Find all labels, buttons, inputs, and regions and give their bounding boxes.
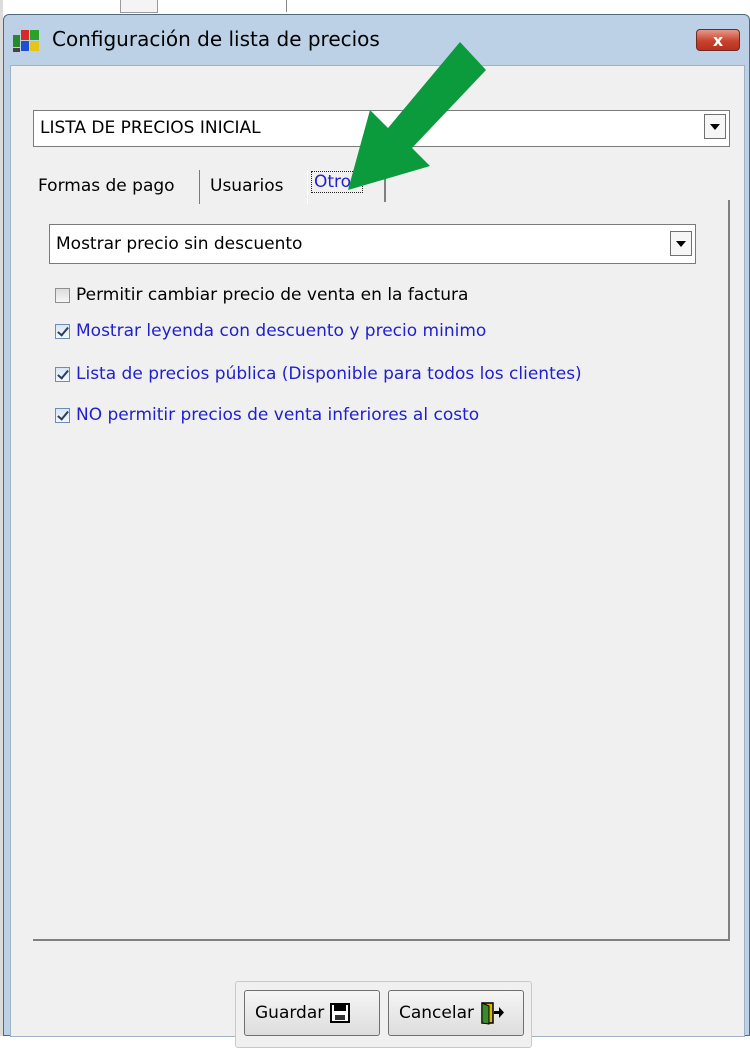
- price-mode-select-value: Mostrar precio sin descuento: [56, 234, 303, 254]
- option-show-discount-legend[interactable]: Mostrar leyenda con descuento y precio m…: [55, 321, 486, 341]
- tab-divider: [199, 170, 200, 204]
- dialog-client-area: LISTA DE PRECIOS INICIAL Formas de pago …: [10, 65, 745, 1048]
- window-title: Configuración de lista de precios: [52, 27, 380, 51]
- cancel-button[interactable]: Cancelar: [388, 990, 524, 1036]
- app-window-icon: [13, 30, 39, 52]
- tab-label: Formas de pago: [38, 176, 175, 196]
- tab-usuarios[interactable]: Usuarios: [210, 176, 283, 196]
- background-app-strip: [0, 0, 750, 14]
- checkbox[interactable]: [55, 407, 70, 423]
- price-mode-select[interactable]: Mostrar precio sin descuento: [49, 224, 696, 264]
- chevron-down-icon[interactable]: [704, 114, 726, 139]
- price-list-select-value: LISTA DE PRECIOS INICIAL: [40, 118, 261, 138]
- option-label: Permitir cambiar precio de venta en la f…: [76, 285, 469, 305]
- background-app-box: [120, 0, 158, 13]
- checkbox[interactable]: [55, 323, 70, 339]
- checkbox[interactable]: [55, 287, 70, 303]
- option-label: NO permitir precios de venta inferiores …: [76, 405, 480, 425]
- option-no-below-cost[interactable]: NO permitir precios de venta inferiores …: [55, 405, 479, 425]
- tab-panel-otros: [33, 200, 730, 941]
- option-public-price-list[interactable]: Lista de precios pública (Disponible par…: [55, 364, 582, 384]
- floppy-disk-icon: [330, 1003, 351, 1023]
- chevron-down-icon[interactable]: [670, 231, 692, 256]
- exit-door-icon: [481, 1002, 504, 1025]
- option-label: Mostrar leyenda con descuento y precio m…: [76, 321, 487, 341]
- save-button[interactable]: Guardar: [244, 990, 380, 1036]
- action-button-group: Guardar Cancelar: [235, 981, 532, 1048]
- background-app-separator: [286, 0, 287, 12]
- tab-label: Usuarios: [210, 176, 284, 196]
- save-button-label: Guardar: [255, 1003, 325, 1023]
- checkbox[interactable]: [55, 366, 70, 382]
- option-label: Lista de precios pública (Disponible par…: [76, 364, 582, 384]
- green-arrow-icon: [348, 42, 486, 190]
- cancel-button-label: Cancelar: [399, 1003, 474, 1023]
- option-allow-price-change[interactable]: Permitir cambiar precio de venta en la f…: [55, 285, 468, 305]
- tab-divider: [307, 170, 308, 204]
- tab-formas-de-pago[interactable]: Formas de pago: [38, 176, 175, 196]
- close-button[interactable]: x: [696, 29, 740, 51]
